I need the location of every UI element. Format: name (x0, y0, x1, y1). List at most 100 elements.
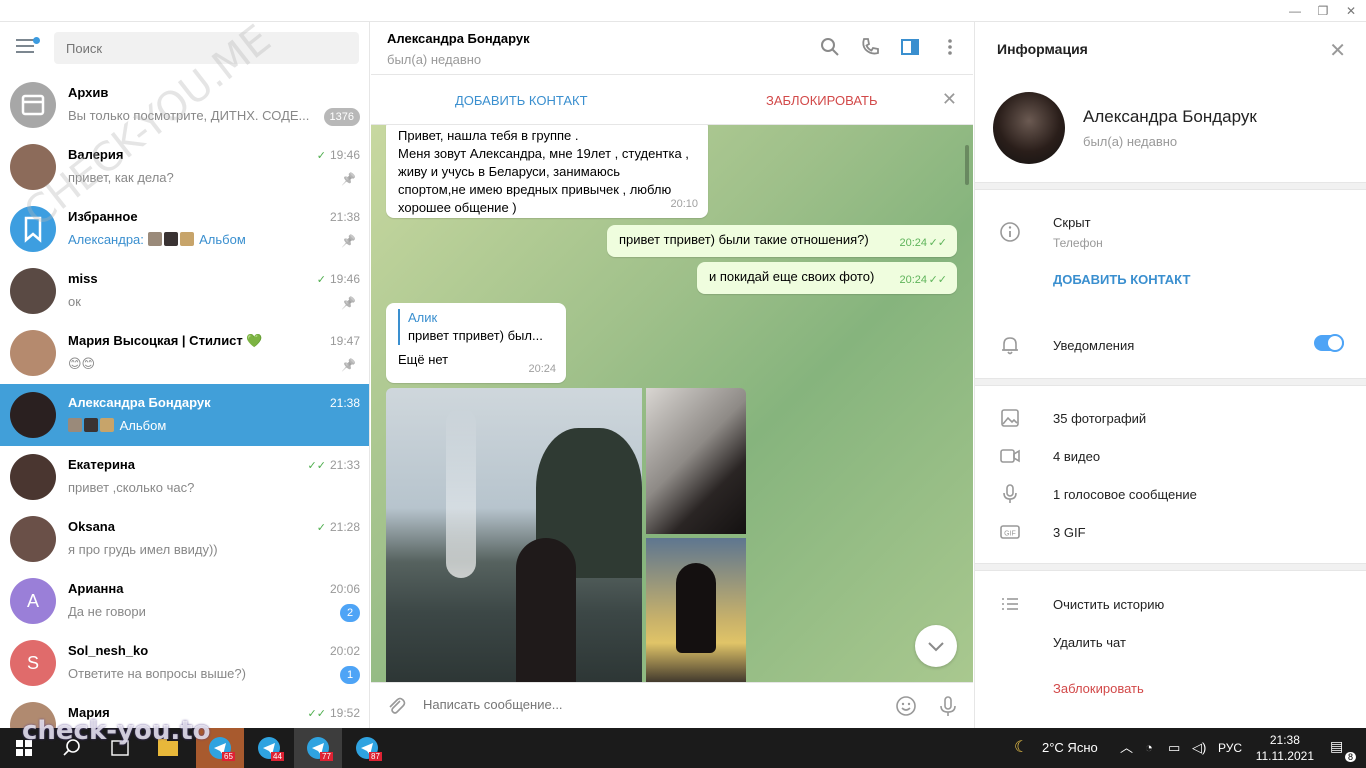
chat-list-item[interactable]: Oksana ✓ 21:28 я про грудь имел ввиду)) (0, 508, 369, 570)
video-icon (1000, 449, 1020, 463)
media-gifs[interactable]: 3 GIF (1053, 525, 1086, 540)
message-bubble-out[interactable]: и покидай еще своих фото) 20:24 ✓✓ (697, 262, 957, 294)
sent-check-icon: ✓ (316, 150, 326, 162)
emoji-icon[interactable] (895, 695, 917, 717)
media-voice[interactable]: 1 голосовое сообщение (1053, 487, 1197, 502)
chat-list-item[interactable]: А Арианна 20:06 Да не говори 2 (0, 570, 369, 632)
message-input[interactable] (423, 697, 823, 712)
chat-list-item[interactable]: Александра Бондарук 21:38 Альбом (0, 384, 369, 446)
chat-list-item[interactable]: Валерия ✓ 19:46 привет, как дела? 📌 (0, 136, 369, 198)
search-input[interactable] (54, 32, 359, 64)
preview-sender: Александра: (68, 232, 144, 247)
chevron-up-icon[interactable]: ︿ (1120, 728, 1133, 768)
clock-date: 11.11.2021 (1255, 749, 1314, 763)
chat-list-header (0, 22, 369, 74)
more-options-icon[interactable] (939, 36, 961, 58)
photo-album[interactable] (386, 388, 746, 682)
info-add-contact-button[interactable]: ДОБАВИТЬ КОНТАКТ (1053, 272, 1190, 287)
chat-preview: 😊😊 (68, 356, 318, 372)
notification-center-icon[interactable]: ▤ 8 (1330, 738, 1356, 762)
chat-list-item[interactable]: miss ✓ 19:46 ок 📌 (0, 260, 369, 322)
block-user-button[interactable]: Заблокировать (1053, 681, 1144, 696)
chat-name: Sol_nesh_ko (68, 643, 149, 658)
compose-bar (371, 682, 973, 728)
block-button[interactable]: ЗАБЛОКИРОВАТЬ (766, 93, 877, 108)
sent-check-icon: ✓✓ (307, 460, 326, 472)
sent-check-icon: ✓ (316, 522, 326, 534)
chat-time: 21:38 (330, 396, 360, 410)
message-area[interactable]: Привет, нашла тебя в группе . Меня зовут… (371, 125, 973, 682)
preview-text: я про грудь имел ввиду)) (68, 542, 218, 557)
chat-avatar: S (10, 640, 56, 686)
phone-label: Телефон (1053, 236, 1103, 250)
album-photo-stadium[interactable] (646, 538, 746, 682)
delete-chat-button[interactable]: Удалить чат (1053, 635, 1126, 650)
battery-icon[interactable]: ▭ (1168, 728, 1180, 768)
message-bubble-out[interactable]: привет тпривет) были такие отношения?) 2… (607, 225, 957, 257)
telegram-taskbar-2[interactable]: 44 (245, 728, 293, 768)
media-photos[interactable]: 35 фотографий (1053, 411, 1146, 426)
chat-list-item[interactable]: Мария Высоцкая | Стилист 💚 19:47 😊😊 📌 (0, 322, 369, 384)
unread-badge: 1 (340, 666, 360, 684)
profile-avatar[interactable] (993, 92, 1065, 164)
message-text: и покидай еще своих фото) (709, 269, 875, 284)
language-indicator[interactable]: РУС (1218, 728, 1242, 768)
chat-list-item[interactable]: Екатерина ✓✓ 21:33 привет ,сколько час? (0, 446, 369, 508)
preview-text: 😊😊 (68, 356, 96, 371)
phone-icon[interactable] (859, 36, 881, 58)
telegram-icon (356, 737, 378, 759)
preview-text: Ответите на вопросы выше?) (68, 666, 246, 681)
chat-list-item[interactable]: Архив Вы только посмотрите, ДИТНХ. СОДЕ..… (0, 74, 369, 136)
preview-text: Вы только посмотрите, ДИТНХ. СОДЕ... (68, 108, 310, 123)
microphone-icon[interactable] (937, 695, 959, 717)
chat-time: 20:06 (330, 582, 360, 596)
clock[interactable]: 21:38 11.11.2021 (1256, 732, 1314, 764)
pin-icon: 📌 (341, 234, 356, 248)
chat-time-text: 21:28 (329, 520, 360, 534)
info-panel: Информация ✕ Александра Бондарук был(а) … (974, 22, 1366, 728)
album-photo-fountain[interactable] (386, 388, 642, 682)
side-panel-icon[interactable] (899, 36, 921, 58)
message-time: 20:24 (899, 274, 927, 286)
menu-icon[interactable] (16, 37, 40, 55)
chat-list-item[interactable]: S Sol_nesh_ko 20:02 Ответите на вопросы выш… (0, 632, 369, 694)
chat-time: ✓ 19:46 (317, 272, 360, 286)
chat-avatar (10, 330, 56, 376)
chat-time-text: 19:46 (329, 148, 360, 162)
media-videos[interactable]: 4 видео (1053, 449, 1100, 464)
wifi-icon[interactable]: ◔ (1145, 728, 1153, 768)
close-action-bar-icon[interactable]: ✕ (942, 89, 957, 110)
add-contact-button[interactable]: ДОБАВИТЬ КОНТАКТ (455, 93, 588, 108)
telegram-taskbar-3[interactable]: 77 (294, 728, 342, 768)
chat-list-item[interactable]: Избранное 21:38 Александра: Альбом 📌 (0, 198, 369, 260)
telegram-taskbar-4[interactable]: 87 (343, 728, 391, 768)
message-bubble-reply[interactable]: Алик привет тпривет) был... Ещё нет 20:2… (386, 303, 566, 383)
attach-icon[interactable] (385, 695, 407, 717)
preview-text: ок (68, 294, 81, 309)
scroll-down-button[interactable] (915, 625, 957, 667)
clear-history-button[interactable]: Очистить историю (1053, 597, 1164, 612)
moon-icon: ☾ (1014, 739, 1029, 756)
close-window-button[interactable]: ✕ (1342, 2, 1360, 20)
reply-quote[interactable]: Алик привет тпривет) был... (398, 309, 554, 345)
svg-text:GIF: GIF (1004, 531, 1016, 538)
chat-name: Александра Бондарук (68, 395, 211, 410)
pin-icon: 📌 (341, 296, 356, 310)
peer-name[interactable]: Александра Бондарук (387, 31, 530, 46)
close-info-icon[interactable]: ✕ (1329, 38, 1346, 63)
unread-badge: 2 (340, 604, 360, 622)
maximize-button[interactable]: ❐ (1314, 2, 1332, 20)
message-bubble-in[interactable]: Привет, нашла тебя в группе . Меня зовут… (386, 125, 708, 218)
scrollbar[interactable] (965, 145, 969, 185)
minimize-button[interactable]: — (1286, 2, 1304, 20)
telegram-icon (307, 737, 329, 759)
volume-icon[interactable]: ◁) (1192, 728, 1206, 768)
search-icon[interactable] (819, 36, 841, 58)
unread-badge: 1376 (323, 108, 360, 126)
album-photo-shadow-portrait[interactable] (646, 388, 746, 534)
chat-preview: привет, как дела? (68, 170, 318, 185)
conversation-panel: Александра Бондарук был(а) недавно ДОБАВ… (371, 22, 973, 728)
weather-widget[interactable]: 2°C Ясно (1042, 728, 1098, 768)
notifications-toggle[interactable] (1314, 334, 1344, 352)
microphone-icon (1003, 484, 1017, 503)
